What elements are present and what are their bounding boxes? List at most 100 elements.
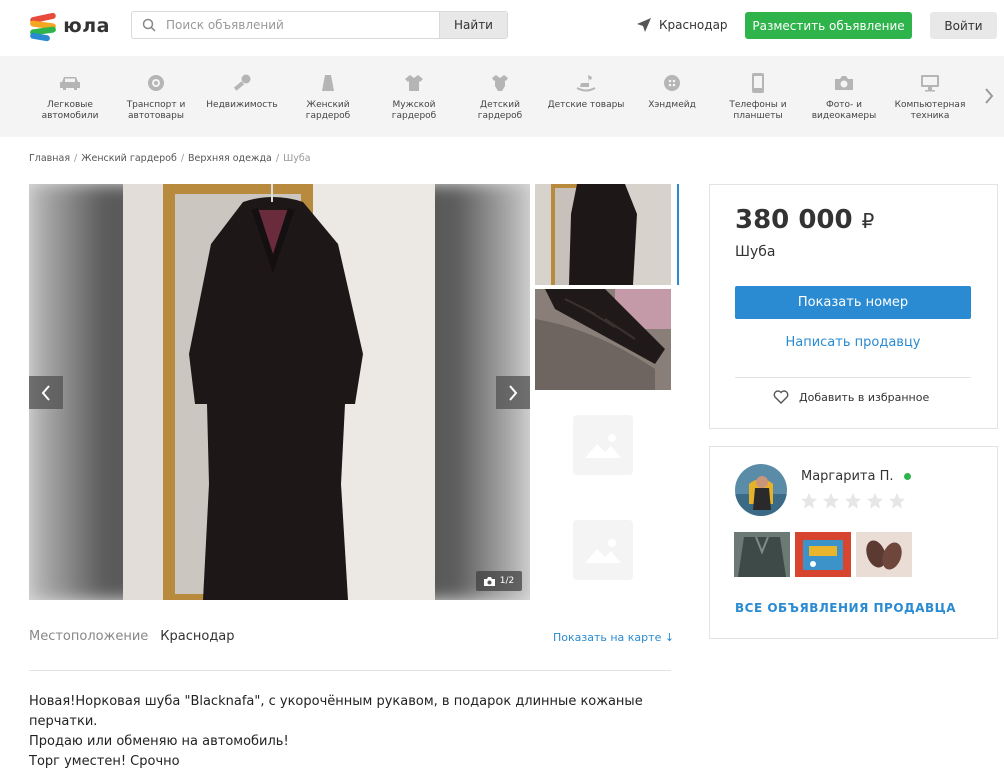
heart-icon <box>773 390 789 404</box>
add-to-favorites[interactable]: Добавить в избранное <box>773 390 929 404</box>
category-handmade[interactable]: Хэндмейд <box>629 72 715 111</box>
category-label: Женский гардероб <box>305 100 351 121</box>
thumbnail-1[interactable] <box>535 184 671 285</box>
post-ad-button[interactable]: Разместить объявление <box>745 12 912 39</box>
camera-icon <box>833 72 855 94</box>
online-status-indicator <box>903 473 911 480</box>
category-computers[interactable]: Компьютерная техника <box>887 72 973 122</box>
breadcrumb-separator: / <box>74 153 78 164</box>
city-selector[interactable]: Краснодар <box>636 15 728 35</box>
category-label: Легковые автомобили <box>41 100 99 121</box>
phone-icon <box>747 72 769 94</box>
category-transport[interactable]: Транспорт и автотовары <box>113 72 199 122</box>
description-line: Продаю или обменяю на автомобиль! <box>29 734 289 749</box>
category-men[interactable]: Мужской гардероб <box>371 72 457 122</box>
search-button[interactable]: Найти <box>439 12 507 38</box>
logo[interactable]: юла <box>29 11 110 42</box>
breadcrumb-outerwear[interactable]: Верхняя одежда <box>188 153 272 164</box>
all-seller-ads-link[interactable]: ВСЕ ОБЪЯВЛЕНИЯ ПРОДАВЦА <box>735 601 956 615</box>
seller-name-text: Маргарита П. <box>801 469 894 484</box>
camera-icon <box>483 576 495 586</box>
thumbnail-2[interactable] <box>535 289 671 390</box>
seller-ad-thumbnail[interactable] <box>856 532 912 577</box>
location-value: Краснодар <box>160 629 235 644</box>
search-bar: Найти <box>131 11 508 39</box>
offer-panel: 380 000 ₽ Шуба Показать номер Написать п… <box>709 184 998 429</box>
main-photo[interactable]: 1/2 <box>29 184 530 600</box>
location-row: Местоположение Краснодар <box>29 629 235 644</box>
active-thumbnail-indicator <box>677 184 679 285</box>
header: юла Найти Краснодар Разместить объявлени… <box>0 0 1004 56</box>
category-label: Компьютерная техника <box>894 100 966 121</box>
write-seller-link[interactable]: Написать продавцу <box>735 335 971 350</box>
category-label: Недвижимость <box>206 100 278 110</box>
search-icon <box>132 12 166 38</box>
wheel-icon <box>145 72 167 94</box>
description-line: Новая!Норковая шуба "Blacknafa", с укоро… <box>29 694 643 729</box>
category-label: Мужской гардероб <box>391 100 437 121</box>
thumbnail-placeholder[interactable] <box>573 520 633 580</box>
breadcrumb-women[interactable]: Женский гардероб <box>81 153 177 164</box>
category-label: Детский гардероб <box>477 100 523 121</box>
chevron-left-icon <box>41 384 50 401</box>
category-label: Хэндмейд <box>648 100 696 110</box>
seller-panel: Маргарита П. ВСЕ ОБЪЯВЛЕНИЯ ПРОДАВЦА <box>709 446 998 639</box>
logo-icon <box>29 12 57 42</box>
add-to-favorites-label: Добавить в избранное <box>799 390 930 404</box>
category-women[interactable]: Женский гардероб <box>285 72 371 122</box>
divider <box>29 670 671 671</box>
price: 380 000 ₽ <box>735 205 874 235</box>
breadcrumb-current: Шуба <box>283 153 311 164</box>
chevron-right-icon <box>509 384 518 401</box>
login-button[interactable]: Войти <box>930 12 997 39</box>
category-kids-goods[interactable]: Детские товары <box>543 72 629 111</box>
thumbnail-placeholder[interactable] <box>573 415 633 475</box>
breadcrumb-home[interactable]: Главная <box>29 153 70 164</box>
seller-name[interactable]: Маргарита П. <box>801 469 911 484</box>
category-label: Транспорт и автотовары <box>126 100 186 121</box>
bodysuit-icon <box>489 72 511 94</box>
seller-ad-thumbnail[interactable] <box>795 532 851 577</box>
category-cameras[interactable]: Фото- и видеокамеры <box>801 72 887 122</box>
image-placeholder-icon <box>585 539 621 563</box>
category-kids-clothes[interactable]: Детский гардероб <box>457 72 543 122</box>
show-phone-button[interactable]: Показать номер <box>735 286 971 319</box>
skirt-icon <box>317 72 339 94</box>
description: Новая!Норковая шуба "Blacknafa", с укоро… <box>29 692 669 772</box>
gallery-next-button[interactable] <box>496 376 530 409</box>
show-on-map-link[interactable]: Показать на карте ↓ <box>553 631 674 644</box>
category-label: Телефоны и планшеты <box>729 100 787 121</box>
image-placeholder-icon <box>585 434 621 458</box>
fur-coat-photo <box>123 184 435 600</box>
chevron-right-icon[interactable] <box>980 84 998 108</box>
item-title: Шуба <box>735 244 776 260</box>
star-icon <box>888 492 906 509</box>
photo-counter-text: 1/2 <box>499 576 515 586</box>
star-icon <box>800 492 818 509</box>
location-arrow-icon <box>637 18 651 32</box>
price-value: 380 000 <box>735 205 853 235</box>
category-phones[interactable]: Телефоны и планшеты <box>715 72 801 122</box>
seller-ad-thumbnail[interactable] <box>734 532 790 577</box>
search-input[interactable] <box>166 12 439 38</box>
monitor-icon <box>919 72 941 94</box>
logo-text: юла <box>63 15 110 37</box>
star-icon <box>844 492 862 509</box>
shirt-icon <box>403 72 425 94</box>
key-icon <box>231 72 253 94</box>
gallery-prev-button[interactable] <box>29 376 63 409</box>
button-icon <box>661 72 683 94</box>
category-bar: Легковые автомобили Транспорт и автотова… <box>0 56 1004 137</box>
seller-avatar[interactable] <box>735 464 787 516</box>
star-icon <box>866 492 884 509</box>
photo-counter: 1/2 <box>476 571 522 591</box>
seller-rating <box>800 492 906 510</box>
breadcrumb: Главная / Женский гардероб / Верхняя оде… <box>29 153 311 164</box>
description-line: Торг уместен! Срочно <box>29 754 180 769</box>
category-cars[interactable]: Легковые автомобили <box>27 72 113 122</box>
location-label: Местоположение <box>29 629 149 644</box>
breadcrumb-separator: / <box>180 153 185 164</box>
category-realty[interactable]: Недвижимость <box>199 72 285 111</box>
star-icon <box>822 492 840 509</box>
currency-symbol: ₽ <box>861 209 875 233</box>
